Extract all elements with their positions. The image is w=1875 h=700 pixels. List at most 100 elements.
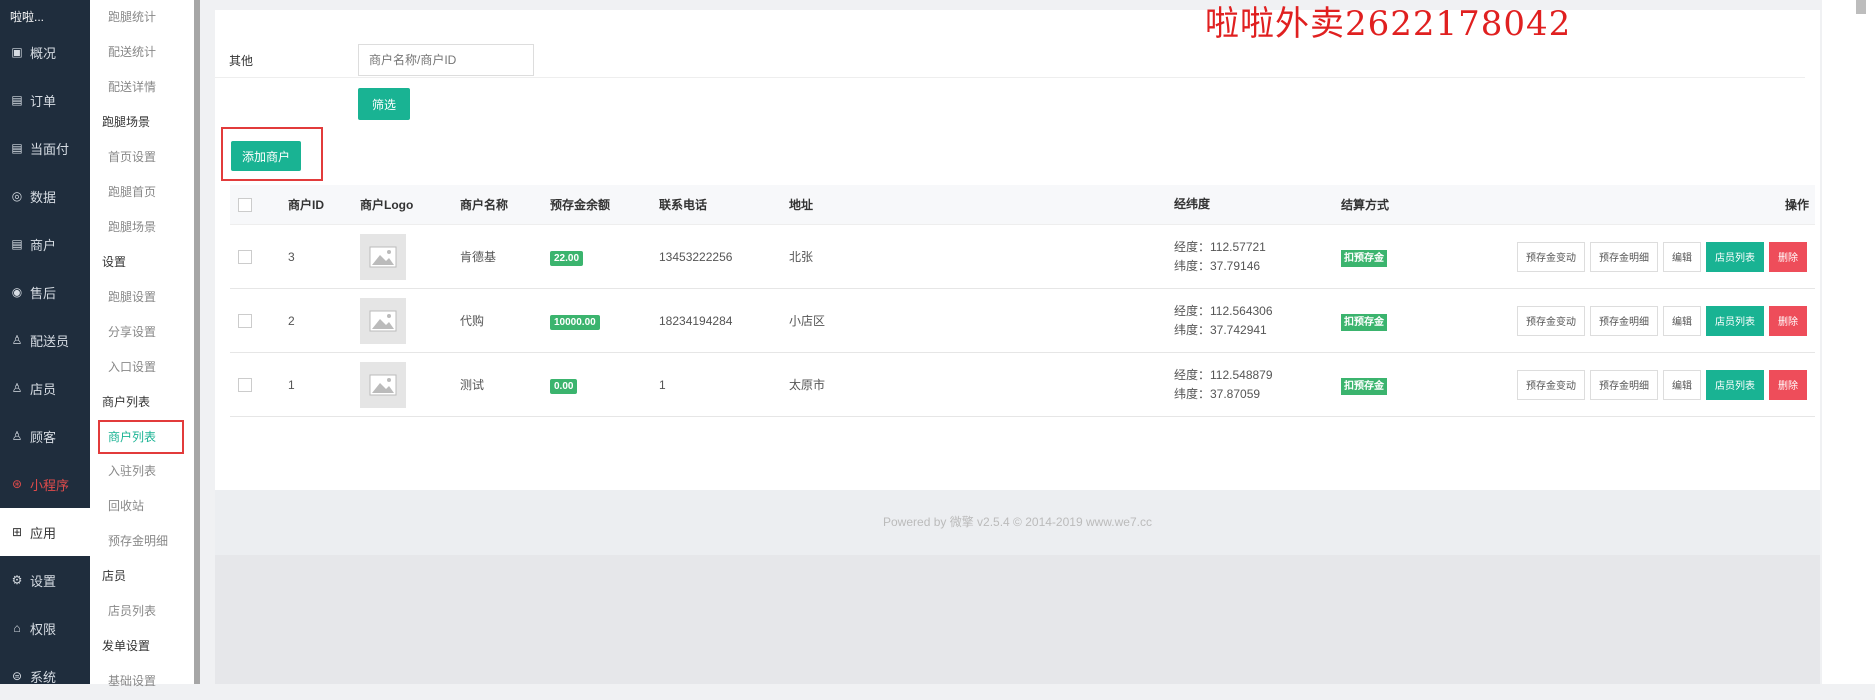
nav-item-11[interactable]: ⚙ 设置: [0, 556, 90, 604]
courier-icon: ♙: [11, 333, 23, 347]
nav-item-4[interactable]: ▤ 商户: [0, 220, 90, 268]
sub-nav-group: 商户列表: [102, 395, 151, 409]
balance-change-button[interactable]: 预存金变动: [1517, 369, 1585, 400]
edit-button[interactable]: 编辑: [1663, 369, 1701, 400]
nav-item-8[interactable]: ♙ 顾客: [0, 412, 90, 460]
clerk-list-button[interactable]: 店员列表: [1706, 241, 1764, 272]
sub-nav-item[interactable]: 商户列表: [98, 420, 184, 454]
search-input[interactable]: [358, 44, 534, 76]
nav-item-label: 配送员: [30, 333, 70, 349]
nav-item-label: 当面付: [30, 141, 70, 157]
merchant-icon: ▤: [11, 237, 23, 251]
nav-item-label: 数据: [30, 189, 57, 205]
latitude: 纬度：37.742941: [1174, 322, 1267, 337]
sub-nav-item[interactable]: 跑腿首页: [90, 175, 194, 210]
row-checkbox[interactable]: [238, 377, 252, 392]
apps-icon: ⊞: [11, 525, 23, 539]
merchant-table: 商户ID 商户Logo 商户名称 预存金余额 联系电话 地址 经纬度 结算方式 …: [230, 185, 1815, 417]
clerk-list-button[interactable]: 店员列表: [1706, 305, 1764, 336]
permission-icon: ⌂: [13, 621, 21, 635]
clerk-list-button[interactable]: 店员列表: [1706, 369, 1764, 400]
balance-badge: 10000.00: [550, 314, 600, 330]
nav-item-2[interactable]: ▤ 当面付: [0, 124, 90, 172]
nav-item-0[interactable]: ▣ 概况: [0, 28, 90, 76]
merchant-phone: 13453222256: [659, 249, 733, 264]
nav-item-label: 商户: [30, 237, 57, 253]
delete-button[interactable]: 删除: [1769, 305, 1807, 336]
balance-detail-button[interactable]: 预存金明细: [1590, 369, 1658, 400]
header-logo: 商户Logo: [360, 198, 414, 212]
sub-nav-item[interactable]: 跑腿设置: [90, 280, 194, 315]
header-address: 地址: [789, 198, 814, 212]
sub-nav-item[interactable]: 配送统计: [90, 35, 194, 70]
nav-item-label: 概况: [30, 45, 57, 61]
header-name: 商户名称: [460, 198, 509, 212]
balance-detail-button[interactable]: 预存金明细: [1590, 241, 1658, 272]
merchant-phone: 1: [659, 377, 666, 392]
sub-nav-item[interactable]: 配送详情: [90, 70, 194, 105]
row-actions: 预存金变动 预存金明细 编辑 店员列表 删除: [1471, 305, 1815, 336]
latitude: 纬度：37.79146: [1174, 258, 1261, 273]
settings-icon: ⚙: [11, 573, 23, 587]
nav-item-7[interactable]: ♙ 店员: [0, 364, 90, 412]
row-checkbox[interactable]: [238, 249, 252, 264]
longitude: 经度：112.564306: [1174, 303, 1273, 318]
merchant-address: 太原市: [789, 378, 826, 392]
edit-button[interactable]: 编辑: [1663, 241, 1701, 272]
nav-item-5[interactable]: ◉ 售后: [0, 268, 90, 316]
left-nav: 啦啦... ▣ 概况 ▤ 订单 ▤ 当面付 ◎ 数据 ▤ 商户 ◉ 售后 ♙ 配送员 ♙ 店员 ♙ 顾客 ⊛ 小程序 ⊞…: [0, 0, 90, 685]
sub-nav-item[interactable]: 跑腿统计: [90, 0, 194, 35]
balance-badge: 22.00: [550, 250, 584, 266]
delete-button[interactable]: 删除: [1769, 241, 1807, 272]
scrollbar-track[interactable]: [1822, 0, 1875, 684]
clerk-icon: ♙: [11, 381, 23, 395]
merchant-id: 1: [288, 377, 295, 392]
footer-text: Powered by 微擎 v2.5.4 © 2014-2019 www.we7…: [215, 490, 1820, 555]
nav-item-label: 店员: [30, 381, 57, 397]
settle-badge: 扣预存金: [1341, 378, 1387, 395]
sub-nav-item[interactable]: 首页设置: [90, 140, 194, 175]
sub-nav-item[interactable]: 预存金明细: [90, 524, 194, 559]
sub-nav-item[interactable]: 回收站: [90, 489, 194, 524]
nav-item-10[interactable]: ⊞ 应用: [0, 508, 90, 556]
sub-nav: 跑腿统计 配送统计 配送详情 跑腿场景 首页设置 跑腿首页 跑腿场景 设置 跑腿设置 分享设置 入口…: [90, 0, 200, 688]
longitude: 经度：112.57721: [1174, 239, 1266, 254]
data-icon: ◎: [11, 189, 23, 203]
nav-item-6[interactable]: ♙ 配送员: [0, 316, 90, 364]
sub-nav-group: 店员: [102, 569, 127, 583]
balance-detail-button[interactable]: 预存金明细: [1590, 305, 1658, 336]
nav-item-12[interactable]: ⌂ 权限: [0, 604, 90, 652]
merchant-address: 小店区: [789, 314, 826, 328]
sub-nav-item[interactable]: 店员列表: [90, 594, 194, 629]
sub-nav-item[interactable]: 入口设置: [90, 350, 194, 385]
table-row: 1 测试 0.00 1 太原市 经度：112.548879 纬度：37.8705…: [230, 353, 1815, 417]
nav-item-13[interactable]: ⊜ 系统: [0, 652, 90, 700]
sub-nav-item[interactable]: 分享设置: [90, 315, 194, 350]
sub-nav-item[interactable]: 入驻列表: [90, 454, 194, 489]
merchant-name: 代购: [460, 314, 485, 328]
sub-nav-item[interactable]: 跑腿场景: [90, 210, 194, 245]
row-checkbox[interactable]: [238, 313, 252, 328]
filter-button[interactable]: 筛选: [358, 88, 410, 120]
balance-change-button[interactable]: 预存金变动: [1517, 305, 1585, 336]
nav-item-label: 顾客: [30, 429, 57, 445]
top-strip: [215, 0, 1820, 10]
merchant-id: 3: [288, 249, 295, 264]
bottom-area: [215, 555, 1820, 684]
edit-button[interactable]: 编辑: [1663, 305, 1701, 336]
nav-item-9[interactable]: ⊛ 小程序: [0, 460, 90, 508]
scrollbar-thumb[interactable]: [1856, 0, 1866, 14]
header-geo: 经纬度: [1174, 197, 1211, 211]
sub-nav-item[interactable]: 基础设置: [90, 664, 194, 699]
app-title: 啦啦...: [10, 10, 45, 24]
merchant-phone: 18234194284: [659, 313, 733, 328]
delete-button[interactable]: 删除: [1769, 369, 1807, 400]
balance-change-button[interactable]: 预存金变动: [1517, 241, 1585, 272]
header-settle: 结算方式: [1341, 198, 1390, 212]
nav-item-1[interactable]: ▤ 订单: [0, 76, 90, 124]
nav-item-3[interactable]: ◎ 数据: [0, 172, 90, 220]
select-all-checkbox[interactable]: [238, 197, 252, 212]
nav-item-label: 售后: [30, 285, 57, 301]
merchant-address: 北张: [789, 250, 814, 264]
add-merchant-button[interactable]: 添加商户: [231, 141, 301, 171]
